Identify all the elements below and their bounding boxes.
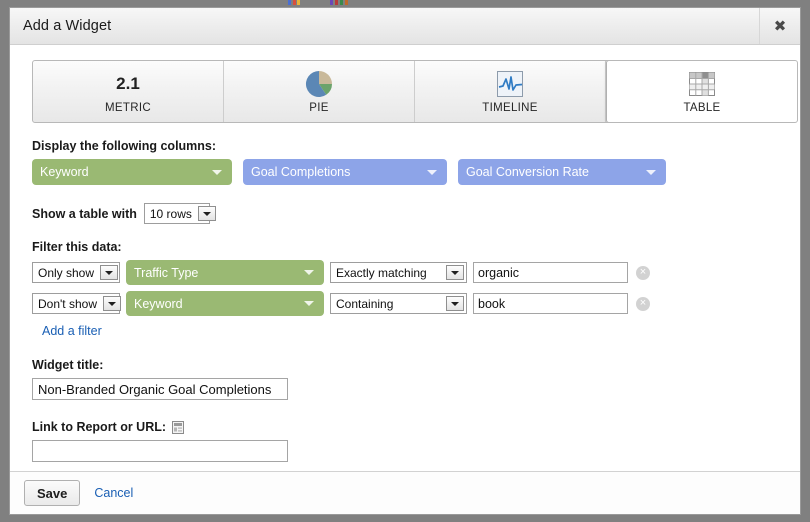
artifact-pixel	[330, 0, 333, 5]
chevron-down-icon	[212, 169, 222, 175]
save-button[interactable]: Save	[24, 480, 81, 506]
filter-match-select[interactable]: Exactly matching	[330, 262, 467, 283]
tab-table[interactable]: TABLE	[606, 61, 797, 122]
tab-pie[interactable]: PIE	[224, 61, 415, 122]
widget-type-tabs: 2.1 METRIC PIE TIMELINE TABLE	[32, 60, 798, 123]
chevron-down-icon	[103, 296, 121, 311]
close-button[interactable]: ✖	[759, 8, 800, 44]
link-to-report-input[interactable]	[32, 440, 288, 462]
metric-sample-value: 2.1	[116, 73, 140, 93]
table-icon	[688, 69, 716, 99]
filter-value-input[interactable]	[473, 262, 628, 283]
tab-metric-label: METRIC	[105, 102, 151, 114]
tab-pie-label: PIE	[309, 102, 329, 114]
dialog-title: Add a Widget	[23, 18, 112, 34]
chevron-down-icon	[197, 206, 216, 221]
filter-field-select[interactable]: Keyword	[126, 291, 324, 316]
add-filter-link[interactable]: Add a filter	[42, 324, 102, 338]
dialog-body: 2.1 METRIC PIE TIMELINE TABLE Display th…	[10, 45, 800, 471]
link-to-report-label-row: Link to Report or URL:	[32, 420, 780, 434]
columns-pill-row: Keyword Goal Completions Goal Conversion…	[32, 159, 780, 185]
chevron-down-icon	[100, 265, 119, 280]
metric-icon: 2.1	[116, 69, 140, 99]
row-count-value: 10 rows	[149, 206, 192, 221]
close-icon: ✖	[773, 17, 787, 35]
pie-chart-icon	[304, 69, 334, 99]
chevron-down-icon	[304, 270, 314, 275]
row-count-label: Show a table with	[32, 206, 137, 221]
screenshot-root: Add a Widget ✖ 2.1 METRIC PIE TIMELINE T…	[0, 0, 810, 522]
column-selector-label: Goal Conversion Rate	[466, 165, 589, 179]
artifact-pixel	[297, 0, 300, 5]
tab-timeline-label: TIMELINE	[482, 102, 538, 114]
add-widget-dialog: Add a Widget ✖ 2.1 METRIC PIE TIMELINE T…	[9, 7, 801, 515]
artifact-pixel	[288, 0, 291, 5]
filter-value-input[interactable]	[473, 293, 628, 314]
filter-match-value: Containing	[336, 296, 394, 311]
dialog-titlebar: Add a Widget ✖	[10, 8, 800, 45]
filter-match-select[interactable]: Containing	[330, 293, 467, 314]
timeline-icon	[495, 69, 525, 99]
filter-match-value: Exactly matching	[336, 265, 427, 280]
artifact-pixel	[335, 0, 338, 5]
filter-field-select[interactable]: Traffic Type	[126, 260, 324, 285]
filters-label: Filter this data:	[32, 240, 122, 254]
dialog-footer: Save Cancel	[10, 471, 800, 514]
chevron-down-icon	[427, 169, 437, 175]
remove-filter-icon[interactable]: ×	[636, 296, 650, 311]
artifact-pixel	[340, 0, 343, 5]
screen-edge-artifacts	[0, 0, 810, 7]
filter-field-value: Keyword	[134, 296, 183, 311]
filter-row: Only show Traffic Type Exactly matching …	[32, 260, 780, 285]
chevron-down-icon	[646, 169, 656, 175]
column-selector-keyword[interactable]: Keyword	[32, 159, 232, 185]
chevron-down-icon	[304, 301, 314, 306]
widget-title-label: Widget title:	[32, 358, 104, 372]
filter-include-value: Only show	[38, 265, 95, 280]
report-picker-icon[interactable]	[172, 420, 185, 434]
filter-include-select[interactable]: Only show	[32, 262, 120, 283]
filter-include-select[interactable]: Don't show	[32, 293, 121, 314]
tab-timeline[interactable]: TIMELINE	[415, 61, 606, 122]
columns-label: Display the following columns:	[32, 139, 217, 153]
artifact-pixel	[345, 0, 348, 5]
link-to-report-label: Link to Report or URL:	[32, 420, 167, 434]
filter-field-value: Traffic Type	[134, 265, 199, 280]
filter-row: Don't show Keyword Containing ×	[32, 291, 780, 316]
column-selector-goal-completions[interactable]: Goal Completions	[243, 159, 447, 185]
column-selector-label: Keyword	[40, 165, 89, 179]
cancel-link[interactable]: Cancel	[94, 486, 133, 500]
remove-filter-icon[interactable]: ×	[636, 265, 650, 280]
chevron-down-icon	[446, 296, 464, 311]
column-selector-label: Goal Completions	[251, 165, 351, 179]
artifact-pixel	[293, 0, 296, 5]
filter-include-value: Don't show	[38, 296, 97, 311]
column-selector-goal-conversion-rate[interactable]: Goal Conversion Rate	[458, 159, 666, 185]
row-count-select[interactable]: 10 rows	[143, 203, 216, 224]
row-count-line: Show a table with 10 rows	[32, 203, 780, 224]
widget-title-input[interactable]	[32, 378, 288, 400]
tab-table-label: TABLE	[683, 102, 721, 114]
chevron-down-icon	[446, 265, 464, 280]
tab-metric[interactable]: 2.1 METRIC	[33, 61, 224, 122]
